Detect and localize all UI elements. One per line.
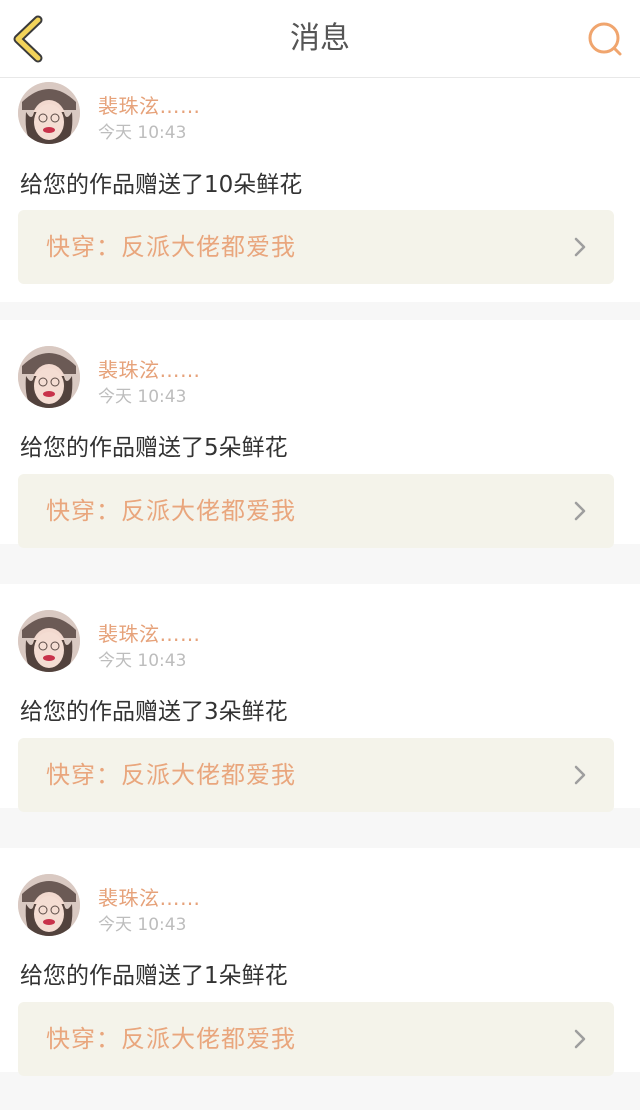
work-link[interactable]: 快穿：反派大佬都爱我 xyxy=(18,738,614,812)
work-link[interactable]: 快穿：反派大佬都爱我 xyxy=(18,210,614,284)
timestamp: 今天 10:43 xyxy=(98,651,187,671)
message-card: 裴珠泫…… 今天 10:43 给您的作品赠送了1朵鲜花 快穿：反派大佬都爱我 xyxy=(0,848,640,1076)
username[interactable]: 裴珠泫…… xyxy=(98,882,201,911)
search-button[interactable] xyxy=(584,18,626,60)
username[interactable]: 裴珠泫…… xyxy=(98,90,201,119)
avatar[interactable] xyxy=(18,346,80,408)
chevron-right-icon xyxy=(574,501,586,521)
message-card: 裴珠泫…… 今天 10:43 给您的作品赠送了5朵鲜花 快穿：反派大佬都爱我 xyxy=(0,320,640,548)
avatar[interactable] xyxy=(18,610,80,672)
chevron-right-icon xyxy=(574,237,586,257)
message-card: 裴珠泫…… 今天 10:43 给您的作品赠送了10朵鲜花 快穿：反派大佬都爱我 xyxy=(0,78,640,302)
work-title: 快穿：反派大佬都爱我 xyxy=(46,1025,296,1053)
search-icon xyxy=(588,22,622,56)
timestamp: 今天 10:43 xyxy=(98,123,187,143)
avatar[interactable] xyxy=(18,82,80,144)
messages-page: 消息 裴珠泫…… 今天 10:43 给您的作品赠送了10朵鲜花 快穿：反派大佬都… xyxy=(0,0,640,1110)
chevron-right-icon xyxy=(574,1029,586,1049)
top-navigation-bar: 消息 xyxy=(0,0,640,78)
username[interactable]: 裴珠泫…… xyxy=(98,354,201,383)
timestamp: 今天 10:43 xyxy=(98,387,187,407)
page-title: 消息 xyxy=(290,21,350,56)
message-text: 给您的作品赠送了1朵鲜花 xyxy=(20,963,288,989)
work-link[interactable]: 快穿：反派大佬都爱我 xyxy=(18,1002,614,1076)
work-title: 快穿：反派大佬都爱我 xyxy=(46,233,296,261)
work-link[interactable]: 快穿：反派大佬都爱我 xyxy=(18,474,614,548)
chevron-right-icon xyxy=(574,765,586,785)
message-text: 给您的作品赠送了10朵鲜花 xyxy=(20,172,303,198)
message-text: 给您的作品赠送了5朵鲜花 xyxy=(20,435,288,461)
timestamp: 今天 10:43 xyxy=(98,915,187,935)
username[interactable]: 裴珠泫…… xyxy=(98,618,201,647)
avatar[interactable] xyxy=(18,874,80,936)
message-text: 给您的作品赠送了3朵鲜花 xyxy=(20,699,288,725)
work-title: 快穿：反派大佬都爱我 xyxy=(46,761,296,789)
work-title: 快穿：反派大佬都爱我 xyxy=(46,497,296,525)
message-card: 裴珠泫…… 今天 10:43 给您的作品赠送了3朵鲜花 快穿：反派大佬都爱我 xyxy=(0,584,640,812)
